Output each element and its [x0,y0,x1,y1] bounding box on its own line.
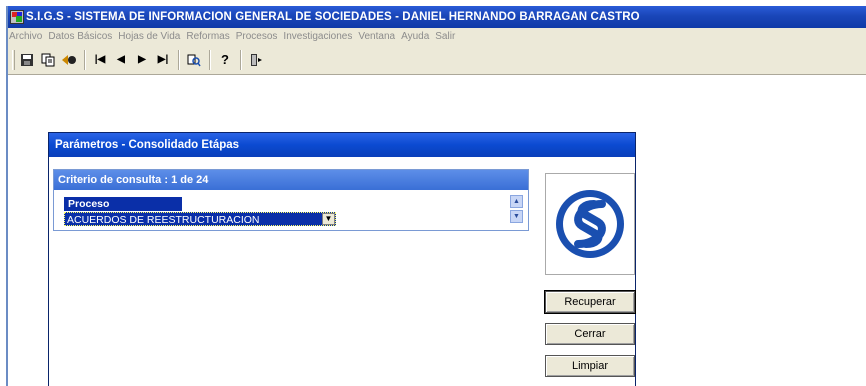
menu-procesos[interactable]: Procesos [236,31,278,42]
help-icon[interactable]: ? [216,50,234,70]
menu-hojas-de-vida[interactable]: Hojas de Vida [118,31,180,42]
next-record-icon[interactable]: ▶ [133,50,151,70]
menu-investigaciones[interactable]: Investigaciones [283,31,352,42]
toolbar-separator [209,49,211,70]
app-window: S.I.G.S - SISTEMA DE INFORMACION GENERAL… [6,6,866,386]
exit-icon[interactable] [247,50,265,70]
menu-salir[interactable]: Salir [435,31,455,42]
criteria-scrollbar[interactable]: ▲ ▼ [510,195,524,227]
menu-datos-basicos[interactable]: Datos Básicos [48,31,112,42]
menu-bar: Archivo Datos Básicos Hojas de Vida Refo… [8,28,866,45]
window-title: S.I.G.S - SISTEMA DE INFORMACION GENERAL… [26,11,640,23]
proceso-dropdown[interactable]: ACUERDOS DE REESTRUCTURACION ▼ [64,212,336,226]
save-icon[interactable] [18,50,36,70]
criteria-panel: Criterio de consulta : 1 de 24 Proceso A… [53,169,529,231]
recuperar-button[interactable]: Recuperar [544,290,636,314]
last-record-icon[interactable]: ▶| [154,50,172,70]
cerrar-button[interactable]: Cerrar [545,323,635,345]
menu-reformas[interactable]: Reformas [186,31,229,42]
limpiar-button[interactable]: Limpiar [545,355,635,377]
first-record-icon[interactable]: |◀ [91,50,109,70]
dialog-body: Criterio de consulta : 1 de 24 Proceso A… [49,157,636,386]
toolbar-separator [178,49,180,70]
company-logo [545,173,635,275]
copy-icon[interactable] [39,50,57,70]
back-icon[interactable] [60,50,78,70]
search-icon[interactable] [185,50,203,70]
supersociedades-logo-icon [556,190,624,258]
scroll-up-icon[interactable]: ▲ [510,195,523,208]
toolbar: |◀ ◀ ▶ ▶| ? [8,45,866,75]
proceso-selected-value: ACUERDOS DE REESTRUCTURACION [67,214,260,226]
app-icon [10,10,24,24]
parametros-dialog: Parámetros - Consolidado Etápas Criterio… [48,132,636,386]
toolbar-separator [240,49,242,70]
dialog-titlebar[interactable]: Parámetros - Consolidado Etápas [49,133,635,157]
previous-record-icon[interactable]: ◀ [112,50,130,70]
toolbar-separator [84,49,86,70]
menu-ayuda[interactable]: Ayuda [401,31,429,42]
scroll-down-icon[interactable]: ▼ [510,210,523,223]
app-titlebar[interactable]: S.I.G.S - SISTEMA DE INFORMACION GENERAL… [8,6,866,28]
criteria-header: Criterio de consulta : 1 de 24 [54,170,528,190]
menu-ventana[interactable]: Ventana [358,31,395,42]
chevron-down-icon[interactable]: ▼ [322,213,335,225]
toolbar-grip[interactable] [12,49,15,70]
dialog-title: Parámetros - Consolidado Etápas [55,139,240,151]
proceso-label: Proceso [64,197,182,211]
menu-archivo[interactable]: Archivo [9,31,42,42]
